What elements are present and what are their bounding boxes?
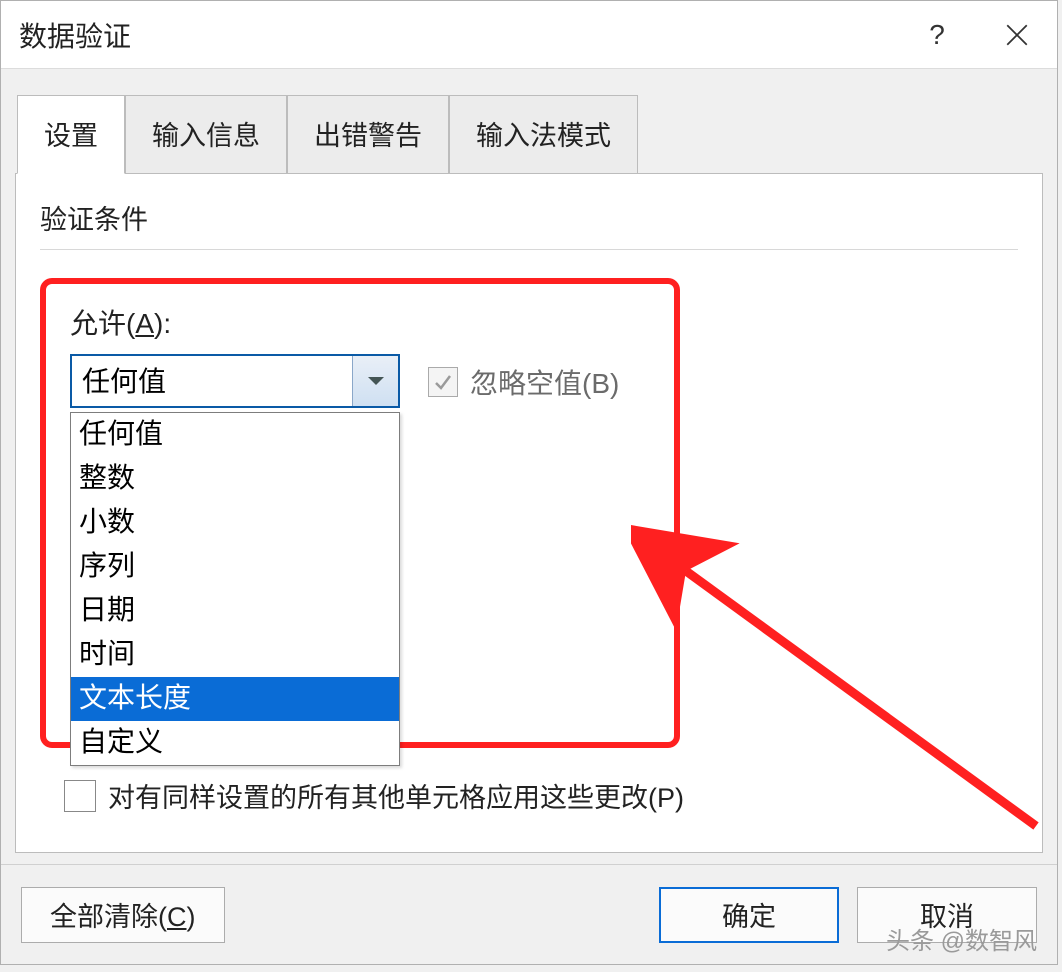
- allow-combobox[interactable]: 任何值: [70, 354, 400, 408]
- help-button[interactable]: ?: [897, 1, 977, 69]
- tab-settings[interactable]: 设置: [17, 95, 125, 174]
- tab-panel-settings: 验证条件 允许(A): 任何值: [15, 173, 1043, 853]
- dropdown-item-time[interactable]: 时间: [71, 633, 399, 677]
- dropdown-item-list[interactable]: 序列: [71, 545, 399, 589]
- allow-label: 允许(A):: [70, 302, 656, 342]
- section-divider: [40, 249, 1018, 250]
- dropdown-item-decimal[interactable]: 小数: [71, 501, 399, 545]
- allow-combobox-button[interactable]: [352, 356, 398, 406]
- dialog-body: 设置 输入信息 出错警告 输入法模式 验证条件 允许(A): 任何值: [1, 69, 1057, 864]
- ignore-blank-checkbox[interactable]: [428, 367, 458, 397]
- dropdown-item-any[interactable]: 任何值: [71, 413, 399, 457]
- ignore-blank-label: 忽略空值(B): [470, 362, 619, 402]
- apply-changes-checkbox[interactable]: [64, 780, 96, 812]
- titlebar: 数据验证 ?: [1, 1, 1057, 69]
- tab-input-message[interactable]: 输入信息: [125, 95, 287, 174]
- apply-changes-label: 对有同样设置的所有其他单元格应用这些更改(P): [108, 776, 684, 815]
- dropdown-item-date[interactable]: 日期: [71, 589, 399, 633]
- data-validation-dialog: 数据验证 ? 设置 输入信息 出错警告 输入法模式 验证条件 允许(A): 任何…: [0, 0, 1058, 965]
- ok-button[interactable]: 确定: [659, 887, 839, 943]
- highlight-annotation: 允许(A): 任何值 忽略空值(B): [40, 278, 680, 748]
- allow-dropdown-list[interactable]: 任何值 整数 小数 序列 日期 时间 文本长度 自定义: [70, 412, 400, 766]
- dropdown-item-custom[interactable]: 自定义: [71, 721, 399, 765]
- dialog-title: 数据验证: [19, 15, 897, 55]
- button-bar: 全部清除(C) 确定 取消: [1, 864, 1057, 964]
- close-icon: [1004, 22, 1030, 48]
- check-icon: [433, 372, 453, 392]
- apply-changes-row: 对有同样设置的所有其他单元格应用这些更改(P): [64, 776, 1018, 815]
- clear-all-button[interactable]: 全部清除(C): [21, 887, 225, 943]
- chevron-down-icon: [367, 375, 385, 387]
- cancel-button[interactable]: 取消: [857, 887, 1037, 943]
- tabstrip: 设置 输入信息 出错警告 输入法模式: [17, 95, 1043, 174]
- tab-error-alert[interactable]: 出错警告: [287, 95, 449, 174]
- dropdown-item-textlength[interactable]: 文本长度: [71, 677, 399, 721]
- allow-combobox-value: 任何值: [72, 356, 352, 406]
- close-button[interactable]: [977, 1, 1057, 69]
- section-title: 验证条件: [40, 198, 1018, 245]
- ignore-blank-wrap: 忽略空值(B): [428, 362, 619, 402]
- dropdown-item-integer[interactable]: 整数: [71, 457, 399, 501]
- tab-ime-mode[interactable]: 输入法模式: [449, 95, 638, 174]
